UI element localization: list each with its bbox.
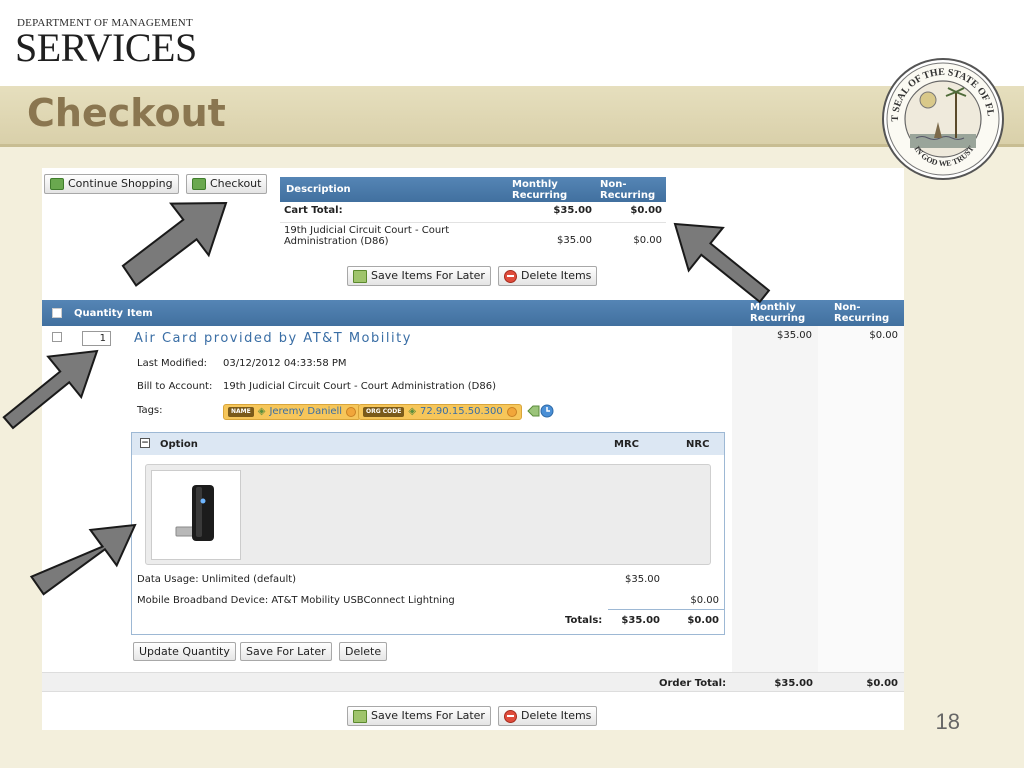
nonrecurring-column-shade: [818, 326, 904, 672]
tag-icon: ◈: [408, 406, 417, 417]
option-title: Option: [160, 439, 198, 450]
item-monthly: $35.00: [777, 330, 812, 341]
product-image-area: [145, 464, 711, 565]
tags-label: Tags:: [137, 405, 163, 416]
tag-name-key: NAME: [228, 407, 254, 417]
tag-icon: ◈: [257, 406, 266, 417]
grid-col-monthly: Monthly Recurring: [750, 302, 806, 324]
grid-col-item: Item: [127, 308, 153, 319]
monthly-column-shade: [732, 326, 818, 672]
option-totals-nrc: $0.00: [687, 615, 719, 626]
tag-name-value: Jeremy Daniell: [269, 406, 343, 417]
account-line-2: Administration (D86): [284, 236, 389, 247]
tag-org-value: 72.90.15.50.300: [420, 406, 503, 417]
account-summary-row: 19th Judicial Circuit Court - Court Admi…: [280, 222, 666, 248]
continue-shopping-label: Continue Shopping: [68, 177, 173, 190]
summary-col-nonrecurring: Non-Recurring: [600, 179, 656, 201]
option-line-device: Mobile Broadband Device: AT&T Mobility U…: [137, 595, 455, 606]
checkout-cart-icon: [192, 178, 206, 190]
option-header: − Option MRC NRC: [132, 433, 724, 455]
page-title: Checkout: [27, 91, 226, 135]
cart-total-monthly: $35.00: [553, 205, 592, 216]
update-quantity-button[interactable]: Update Quantity: [133, 642, 236, 661]
checkout-label: Checkout: [210, 177, 262, 190]
bill-to-label: Bill to Account:: [137, 381, 213, 392]
grid-col-nonrecurring: Non-Recurring: [834, 302, 890, 324]
save-items-for-later-label: Save Items For Later: [371, 269, 485, 282]
account-line-1: 19th Judicial Circuit Court - Court: [284, 225, 450, 236]
last-modified-value: 03/12/2012 04:33:58 PM: [223, 358, 347, 369]
bottom-save-items-for-later-button[interactable]: Save Items For Later: [347, 706, 491, 726]
bottom-delete-items-label: Delete Items: [521, 709, 592, 722]
option-line-data-usage: Data Usage: Unlimited (default): [137, 574, 297, 585]
last-modified-label: Last Modified:: [137, 358, 208, 369]
delete-icon: [504, 709, 517, 723]
save-for-later-button[interactable]: Save For Later: [240, 642, 332, 661]
select-all-checkbox[interactable]: [52, 308, 62, 318]
title-divider: [0, 144, 1024, 147]
checkout-button[interactable]: Checkout: [186, 174, 268, 194]
bill-to-value: 19th Judicial Circuit Court - Court Admi…: [223, 381, 496, 392]
item-checkbox[interactable]: [52, 332, 62, 342]
delete-icon: [504, 269, 517, 283]
continue-shopping-button[interactable]: Continue Shopping: [44, 174, 179, 194]
save-icon: [353, 269, 367, 283]
summary-col-description: Description: [286, 184, 351, 195]
usb-modem-icon: [175, 485, 214, 541]
item-title[interactable]: Air Card provided by AT&T Mobility: [134, 331, 412, 346]
slide-page-number: 18: [935, 709, 960, 734]
bottom-delete-items-button[interactable]: Delete Items: [498, 706, 598, 726]
order-total-monthly: $35.00: [774, 678, 813, 689]
collapse-icon[interactable]: −: [140, 438, 150, 448]
account-nonrecurring: $0.00: [633, 235, 662, 246]
summary-col-monthly: Monthly Recurring: [512, 179, 568, 201]
order-total-row: Order Total: $35.00 $0.00: [42, 672, 904, 692]
tag-name[interactable]: NAME ◈ Jeremy Daniell: [223, 404, 362, 420]
save-icon: [353, 709, 367, 723]
logo-services-text: SERVICES: [15, 25, 197, 70]
order-total-nonrecurring: $0.00: [866, 678, 898, 689]
option-line-device-nrc: $0.00: [690, 595, 719, 606]
tag-org-key: ORG CODE: [363, 407, 405, 417]
option-totals-mrc: $35.00: [621, 615, 660, 626]
account-monthly: $35.00: [557, 235, 592, 246]
delete-items-label: Delete Items: [521, 269, 592, 282]
option-totals-label: Totals:: [565, 615, 603, 626]
summary-table-header: Description Monthly Recurring Non-Recurr…: [280, 177, 666, 202]
quantity-input[interactable]: 1: [82, 331, 111, 346]
option-col-nrc: NRC: [686, 439, 710, 450]
option-line-data-usage-mrc: $35.00: [625, 574, 660, 585]
delete-button[interactable]: Delete: [339, 642, 388, 661]
cart-total-row: Cart Total: $35.00 $0.00: [280, 205, 666, 221]
delete-items-button[interactable]: Delete Items: [498, 266, 598, 286]
grid-col-quantity: Quantity: [74, 308, 123, 319]
cart-total-label: Cart Total:: [284, 205, 343, 216]
save-items-for-later-button[interactable]: Save Items For Later: [347, 266, 491, 286]
option-panel: − Option MRC NRC Data Usage: Unlimited (…: [131, 432, 725, 635]
checkout-screenshot: Continue Shopping Checkout Description M…: [42, 168, 904, 730]
cart-icon: [50, 178, 64, 190]
tag-org-code[interactable]: ORG CODE ◈ 72.90.15.50.300: [358, 404, 522, 420]
florida-seal-icon: GREAT SEAL OF THE STATE OF FLORIDA IN GO…: [876, 56, 1004, 180]
product-thumbnail[interactable]: [151, 470, 241, 560]
cart-total-nonrecurring: $0.00: [630, 205, 662, 216]
add-tag-icon[interactable]: [526, 403, 554, 419]
totals-divider: [608, 609, 724, 610]
option-col-mrc: MRC: [614, 439, 639, 450]
item-nonrecurring: $0.00: [869, 330, 898, 341]
tag-remove-icon[interactable]: [346, 407, 357, 417]
bottom-save-items-for-later-label: Save Items For Later: [371, 709, 485, 722]
cart-grid-header: Quantity Item Monthly Recurring Non-Recu…: [42, 300, 904, 326]
order-total-label: Order Total:: [659, 678, 727, 689]
tag-remove-icon[interactable]: [506, 407, 517, 417]
